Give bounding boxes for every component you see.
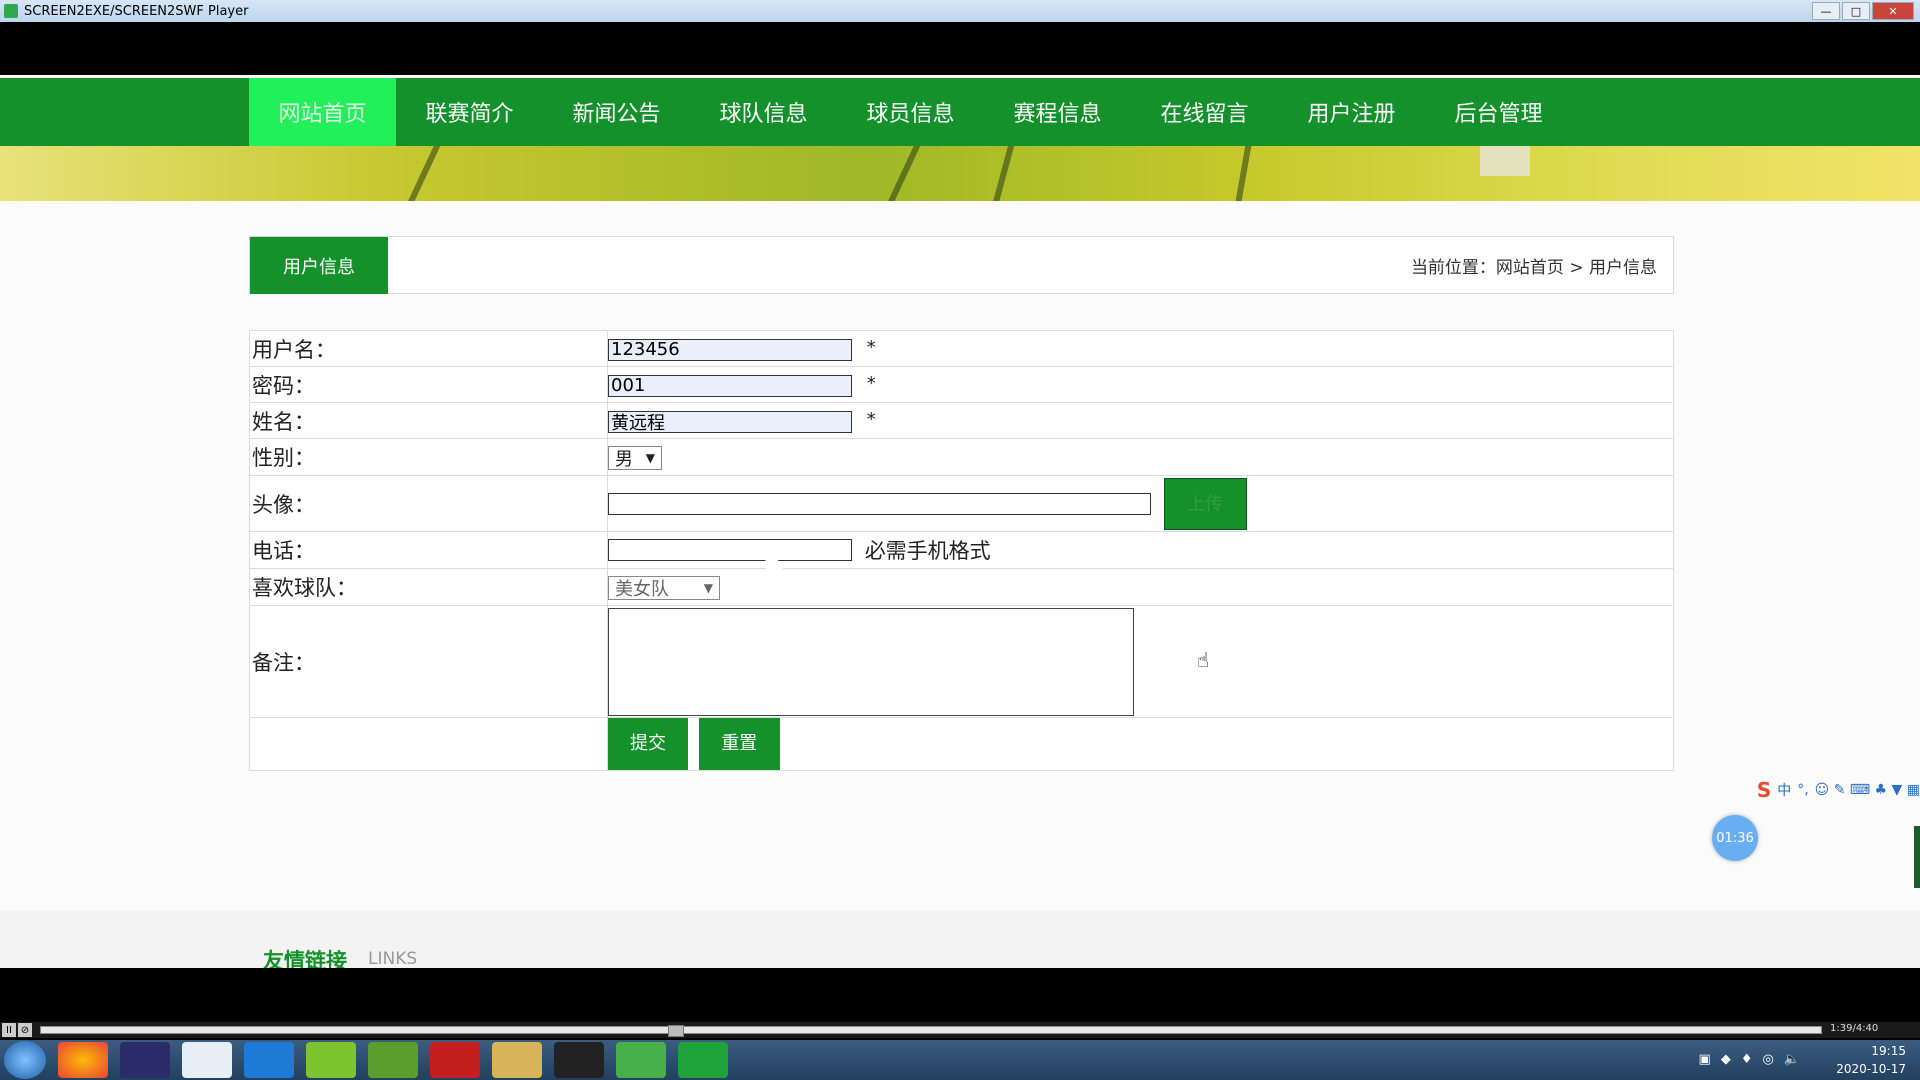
team-value: 美女队 [615, 578, 669, 600]
browser-icon[interactable] [244, 1042, 294, 1078]
reset-button[interactable]: 重置 [698, 718, 780, 770]
form-row-note: 备注： [249, 605, 1674, 718]
start-button-icon[interactable] [4, 1041, 46, 1079]
tray-icon: ◎ [1762, 1052, 1774, 1067]
system-tray-icons[interactable]: ▣ ◆ ♦ ◎ 🔈 [1699, 1052, 1800, 1067]
playback-time: 1:39/4:40 [1830, 1023, 1879, 1034]
recording-timer[interactable]: 01:36 [1712, 815, 1758, 861]
ime-tool-icons[interactable]: ☺ ✎ ⌨ ♣ ▼ ▦ [1815, 782, 1920, 798]
tray-icon: ▣ [1698, 1052, 1711, 1067]
nav-item-news[interactable]: 新闻公告 [543, 78, 690, 146]
required-mark: * [866, 336, 876, 358]
section-header: 用户信息 当前位置：网站首页 > 用户信息 [249, 236, 1674, 294]
chevron-down-icon: ▼ [645, 450, 655, 465]
chevron-down-icon: ▼ [703, 580, 713, 595]
app-icon [4, 4, 18, 18]
note-label: 备注： [249, 605, 608, 718]
nav-item-schedule[interactable]: 赛程信息 [984, 78, 1131, 146]
gender-value: 男 [615, 448, 633, 470]
gender-label: 性别： [249, 438, 608, 476]
taskbar: ▣ ◆ ♦ ◎ 🔈 19:15 2020-10-17 [0, 1040, 1920, 1080]
phone-hint: 必需手机格式 [864, 539, 991, 563]
main-nav: 网站首页 联赛简介 新闻公告 球队信息 球员信息 赛程信息 在线留言 用户注册 … [0, 75, 1920, 146]
hand-cursor-icon: ☝ [1197, 648, 1210, 672]
upload-button[interactable]: 上传 [1163, 477, 1247, 530]
section-tab: 用户信息 [250, 237, 388, 294]
sogou-logo[interactable]: S [1757, 778, 1771, 802]
side-handle[interactable] [1914, 826, 1920, 888]
submit-button[interactable]: 提交 [608, 718, 688, 770]
ime-toolbar: S 中 °, ☺ ✎ ⌨ ♣ ▼ ▦ [1757, 778, 1920, 802]
tray-icon: ◆ [1720, 1052, 1731, 1067]
ime-mode[interactable]: 中 [1777, 780, 1791, 800]
tray-icon: 🔈 [1783, 1052, 1800, 1067]
chrome-icon[interactable] [58, 1042, 108, 1078]
password-input[interactable] [608, 374, 852, 397]
banner-image [0, 146, 1920, 201]
clock-time: 19:15 [1871, 1044, 1906, 1058]
progress-bar[interactable] [40, 1025, 1822, 1037]
system-clock[interactable]: 19:15 2020-10-17 [1836, 1042, 1906, 1078]
user-info-form: 用户名： * 密码： * 姓名： * 性别： 男 ▼ 头像： 上传 [249, 330, 1674, 771]
name-input[interactable] [608, 410, 852, 433]
ime-punct[interactable]: °, [1797, 782, 1808, 798]
eclipse-icon[interactable] [120, 1042, 170, 1078]
stop-button[interactable]: ⊘ [18, 1023, 32, 1037]
player-icon[interactable] [678, 1042, 728, 1078]
window-titlebar: SCREEN2EXE/SCREEN2SWF Player — □ ✕ [0, 0, 1920, 22]
wechat-icon[interactable] [616, 1042, 666, 1078]
maximize-button[interactable]: □ [1842, 2, 1870, 20]
form-row-actions: 提交 重置 [249, 717, 1674, 771]
nav-item-home[interactable]: 网站首页 [249, 78, 396, 146]
close-button[interactable]: ✕ [1872, 2, 1914, 20]
links-subtitle: LINKS [368, 949, 418, 969]
note-textarea[interactable] [608, 607, 1134, 716]
required-mark: * [866, 372, 876, 394]
links-section: 友情链接 LINKS [0, 911, 1920, 973]
breadcrumb: 当前位置：网站首页 > 用户信息 [1410, 258, 1657, 278]
app-icon-5[interactable] [306, 1042, 356, 1078]
app-icon-3[interactable] [182, 1042, 232, 1078]
window-title: SCREEN2EXE/SCREEN2SWF Player [24, 3, 249, 19]
avatar-path-input[interactable] [608, 492, 1151, 515]
form-row-name: 姓名： * [249, 402, 1674, 439]
pause-button[interactable]: II [2, 1023, 16, 1037]
qq-icon[interactable] [554, 1042, 604, 1078]
nav-item-players[interactable]: 球员信息 [837, 78, 984, 146]
nav-item-register[interactable]: 用户注册 [1278, 78, 1425, 146]
player-letterbox [0, 968, 1920, 1022]
form-row-gender: 性别： 男 ▼ [249, 438, 1674, 476]
username-input[interactable] [608, 338, 852, 361]
gender-select[interactable]: 男 ▼ [608, 445, 662, 470]
progress-knob[interactable] [668, 1025, 684, 1037]
password-label: 密码： [249, 366, 608, 403]
username-label: 用户名： [249, 330, 608, 367]
team-select[interactable]: 美女队 ▼ [608, 575, 720, 600]
form-row-team: 喜欢球队： 美女队 ▼ [249, 568, 1674, 606]
form-row-phone: 电话： 必需手机格式 [249, 531, 1674, 569]
app-icon-6[interactable] [368, 1042, 418, 1078]
nav-item-messages[interactable]: 在线留言 [1131, 78, 1278, 146]
form-row-avatar: 头像： 上传 [249, 475, 1674, 532]
phone-input[interactable] [608, 539, 852, 561]
form-row-password: 密码： * [249, 366, 1674, 403]
form-row-username: 用户名： * [249, 330, 1674, 367]
flash-icon[interactable] [430, 1042, 480, 1078]
nav-item-league-intro[interactable]: 联赛简介 [396, 78, 543, 146]
window-controls: — □ ✕ [1812, 2, 1914, 20]
folder-icon[interactable] [492, 1042, 542, 1078]
required-mark: * [866, 408, 876, 430]
clock-date: 2020-10-17 [1836, 1062, 1906, 1076]
nav-item-teams[interactable]: 球队信息 [690, 78, 837, 146]
player-controls: II ⊘ 1:39/4:40 [0, 1022, 1920, 1038]
avatar-label: 头像： [249, 475, 608, 532]
minimize-button[interactable]: — [1812, 2, 1840, 20]
phone-label: 电话： [249, 531, 608, 569]
team-label: 喜欢球队： [249, 568, 608, 606]
nav-item-admin[interactable]: 后台管理 [1425, 78, 1572, 146]
tray-icon: ♦ [1740, 1052, 1753, 1067]
name-label: 姓名： [249, 402, 608, 439]
